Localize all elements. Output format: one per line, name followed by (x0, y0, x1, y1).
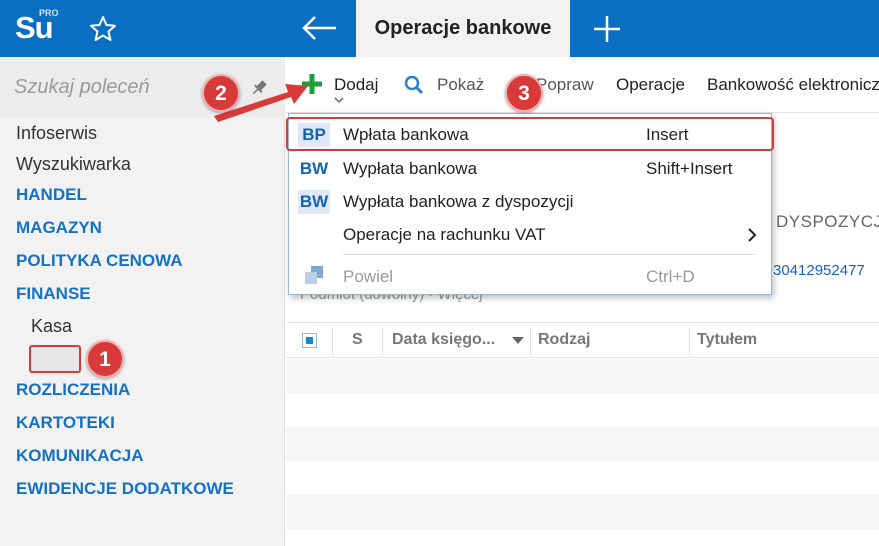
operations-button[interactable]: Operacje (616, 75, 685, 95)
bw-badge-icon: BW (299, 159, 329, 178)
callout-number: 2 (215, 81, 227, 105)
sidebar-item-magazyn[interactable]: MAGAZYN (16, 218, 102, 238)
column-type[interactable]: Rodzaj (538, 331, 590, 349)
table-row[interactable] (286, 461, 879, 495)
sidebar-item-polityka-cenowa[interactable]: POLITYKA CENOWA (16, 251, 183, 271)
chevron-down-icon[interactable] (333, 95, 345, 105)
column-booking-date[interactable]: Data księgo... (392, 331, 495, 349)
show-button[interactable]: Pokaż (437, 75, 484, 95)
tab-operacje-bankowe[interactable]: Operacje bankowe (356, 0, 570, 57)
menu-separator (343, 254, 755, 255)
table-row[interactable] (286, 359, 879, 393)
command-search-input[interactable] (14, 72, 214, 102)
column-separator (689, 327, 690, 355)
sidebar-item-handel[interactable]: HANDEL (16, 185, 87, 205)
sidebar-item-infoserwis[interactable]: Infoserwis (16, 123, 97, 144)
sidebar-item-finanse[interactable]: FINANSE (16, 284, 91, 304)
back-arrow-icon[interactable] (300, 12, 340, 44)
callout-number: 3 (518, 81, 530, 105)
sidebar-item-kartoteki[interactable]: KARTOTEKI (16, 413, 115, 433)
favorites-star-icon[interactable] (88, 14, 118, 44)
add-button[interactable]: Dodaj (334, 75, 378, 95)
sidebar-item-kasa[interactable]: Kasa (31, 316, 72, 337)
sidebar-item-wyszukiwarka[interactable]: Wyszukiwarka (16, 154, 131, 175)
menu-item-label: Wypłata bankowa (343, 159, 478, 178)
menu-item-shortcut: Shift+Insert (646, 159, 733, 178)
menu-item-withdrawal-from-disposition[interactable]: BW Wypłata bankowa z dyspozycji (289, 185, 771, 218)
menu-item-duplicate: Powiel Ctrl+D (289, 260, 771, 293)
sidebar-item-ewidencje-dodatkowe[interactable]: EWIDENCJE DODATKOWE (16, 479, 234, 499)
bw-badge-icon: BW (298, 190, 330, 214)
select-all-checkbox[interactable] (302, 333, 317, 348)
column-status[interactable]: S (352, 331, 363, 349)
sidebar-item-rozliczenia[interactable]: ROZLICZENIA (16, 380, 130, 400)
table-row[interactable] (286, 495, 879, 529)
column-separator (382, 327, 383, 355)
logo-edition: PRO (39, 8, 59, 18)
column-title[interactable]: Tytułem (697, 331, 757, 349)
bank-account-number[interactable]: 30412952477 (773, 262, 865, 279)
menu-item-shortcut: Ctrl+D (646, 267, 695, 286)
bank-highlight-frame (29, 345, 81, 373)
app-logo[interactable]: Su PRO (0, 0, 72, 57)
menu-item-vat-account-operations[interactable]: Operacje na rachunku VAT (289, 218, 771, 251)
menu-item-label: Wypłata bankowa z dyspozycji (343, 192, 574, 211)
sidebar-item-komunikacja[interactable]: KOMUNIKACJA (16, 446, 144, 466)
electronic-banking-button[interactable]: Bankowość elektroniczna (707, 75, 879, 95)
table-row[interactable] (286, 393, 879, 427)
callout-badge-2: 2 (202, 74, 240, 112)
table-row[interactable] (286, 529, 879, 546)
column-separator (332, 327, 333, 355)
toolbar: Dodaj Pokaż Popraw Operacje Bankowość el… (286, 57, 879, 113)
column-separator (530, 327, 531, 355)
callout-badge-3: 3 (505, 74, 543, 112)
callout-badge-1: 1 (86, 340, 124, 378)
table-row[interactable] (286, 427, 879, 461)
menu-item-label: Operacje na rachunku VAT (343, 225, 546, 244)
menu-item-bank-withdrawal[interactable]: BW Wypłata bankowa Shift+Insert (289, 152, 771, 185)
sidebar: Infoserwis Wyszukiwarka HANDEL MAGAZYN POLIT… (0, 57, 285, 546)
edit-button[interactable]: Popraw (536, 75, 594, 95)
chevron-right-icon (748, 228, 757, 242)
sort-desc-icon[interactable] (512, 337, 524, 344)
search-icon[interactable] (404, 75, 424, 95)
new-tab-plus-icon[interactable] (592, 14, 622, 44)
callout-number: 1 (99, 347, 111, 371)
menu-item-label: Powiel (343, 267, 394, 286)
dispositions-header: DYSPOZYCJ (776, 212, 879, 231)
top-bar: Su PRO Operacje bankowe (0, 0, 879, 57)
deposit-highlight-frame (286, 117, 774, 151)
table-header: S Data księgo... Rodzaj Tytułem (286, 322, 879, 358)
